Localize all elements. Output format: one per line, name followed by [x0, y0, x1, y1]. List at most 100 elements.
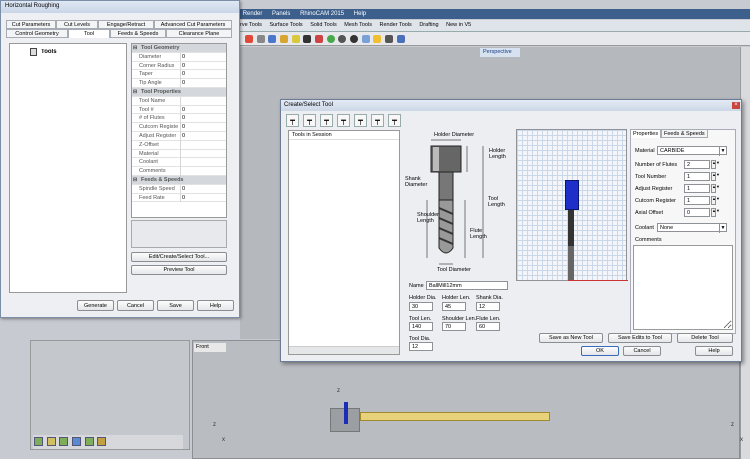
property-row[interactable]: Corner Radius 0 — [132, 61, 226, 71]
tab-engage-retract[interactable]: Engage/Retract — [98, 20, 154, 29]
tools-tree[interactable]: Tools — [9, 43, 127, 293]
tab-cut-levels[interactable]: Cut Levels — [56, 20, 98, 29]
property-input[interactable] — [684, 160, 710, 169]
property-group-header[interactable]: Feeds & Speeds ⊟ — [132, 176, 226, 185]
property-row[interactable]: Material — [132, 149, 226, 159]
property-input[interactable] — [684, 172, 710, 181]
layer-icon[interactable] — [59, 437, 69, 446]
menu-item-rhinocam[interactable]: RhinoCAM 2015 — [300, 11, 344, 17]
tool-icon[interactable] — [315, 35, 324, 43]
spin-stepper-icon[interactable]: ▲▼ — [711, 196, 720, 205]
property-row[interactable]: # of Flutes 0 — [132, 114, 226, 124]
tools-in-session-list[interactable]: Tools in Session — [288, 130, 400, 355]
vee-mill-icon[interactable]: ┯ — [337, 114, 350, 127]
close-icon[interactable]: × — [732, 102, 740, 109]
tool-name-input[interactable] — [426, 281, 508, 290]
tab-drafting[interactable]: Drafting — [419, 22, 438, 28]
lock-icon[interactable] — [303, 35, 312, 43]
property-row[interactable]: Spindle Speed 0 — [132, 184, 226, 194]
property-group-header[interactable]: Tool Geometry ⊟ — [132, 44, 226, 53]
help-button[interactable]: Help — [197, 300, 234, 311]
tab-clearance-plane[interactable]: Clearance Plane — [166, 29, 232, 38]
tool-icon[interactable] — [385, 35, 394, 43]
tool-icon[interactable] — [280, 35, 289, 43]
shank-dia-input[interactable] — [476, 302, 500, 311]
tool-icon[interactable] — [396, 35, 405, 43]
property-row[interactable]: Feed Rate 0 — [132, 193, 226, 203]
tool-icon[interactable] — [245, 35, 253, 43]
spin-stepper-icon[interactable]: ▲▼ — [711, 184, 720, 193]
property-row[interactable]: Adjust Register 0 — [132, 132, 226, 141]
property-row[interactable]: Coolant — [132, 158, 226, 168]
tab-cut-parameters[interactable]: Cut Parameters — [6, 20, 56, 29]
tab-surface-tools[interactable]: Surface Tools — [269, 22, 302, 28]
tool-icon[interactable] — [256, 35, 265, 43]
coolant-select[interactable]: None ▼ — [657, 223, 727, 233]
tool-icon[interactable] — [361, 35, 370, 43]
tool-icon[interactable] — [373, 35, 382, 43]
property-row[interactable]: Tip Angle 0 — [132, 79, 226, 88]
edit-create-select-tool-button[interactable]: Edit/Create/Select Tool... — [131, 252, 227, 262]
taper-mill-icon[interactable]: ┯ — [354, 114, 367, 127]
collapse-icon[interactable]: ⊟ — [133, 177, 137, 183]
tree-root-tools[interactable]: Tools — [41, 49, 57, 55]
tab-new-in-v5[interactable]: New in V5 — [446, 22, 471, 28]
spin-stepper-icon[interactable]: ▲▼ — [711, 208, 720, 217]
cancel-button[interactable]: Cancel — [623, 346, 661, 356]
preview-tool-button[interactable]: Preview Tool — [131, 265, 227, 275]
tab-feeds-speeds[interactable]: Feeds & Speeds — [110, 29, 166, 38]
property-row[interactable]: Taper 0 — [132, 70, 226, 80]
tab-mesh-tools[interactable]: Mesh Tools — [344, 22, 372, 28]
layer-icon[interactable] — [46, 437, 56, 446]
tab-tool[interactable]: Tool — [68, 29, 110, 38]
property-input[interactable] — [684, 208, 710, 217]
horizontal-scrollbar[interactable] — [289, 346, 399, 354]
menu-item-panels[interactable]: Panels — [272, 11, 290, 17]
ball-mill-icon[interactable]: ┯ — [303, 114, 316, 127]
menu-item-help[interactable]: Help — [354, 11, 366, 17]
shoulder-len-input[interactable] — [442, 322, 466, 331]
property-row[interactable]: Tool # 0 — [132, 105, 226, 115]
tab-properties[interactable]: Properties — [630, 129, 662, 138]
delete-tool-button[interactable]: Delete Tool — [677, 333, 733, 343]
property-row[interactable]: Cutcom Registe 0 — [132, 123, 226, 132]
tool-dia-input[interactable] — [409, 342, 433, 351]
tab-render-tools[interactable]: Render Tools — [379, 22, 411, 28]
save-as-new-tool-button[interactable]: Save as New Tool — [539, 333, 603, 343]
save-button[interactable]: Save — [157, 300, 194, 311]
property-row[interactable]: Z-Offset — [132, 140, 226, 150]
material-select[interactable]: CARBIDE ▼ — [657, 146, 727, 156]
property-input[interactable] — [684, 196, 710, 205]
tool-icon[interactable] — [268, 35, 277, 43]
property-group-header[interactable]: Tool Properties ⊟ — [132, 88, 226, 97]
comments-textarea[interactable] — [633, 245, 733, 330]
holder-dia-input[interactable] — [409, 302, 433, 311]
corner-radius-mill-icon[interactable]: ┯ — [320, 114, 333, 127]
sphere-icon[interactable] — [350, 35, 359, 43]
tab-solid-tools[interactable]: Solid Tools — [310, 22, 337, 28]
spin-stepper-icon[interactable]: ▲▼ — [711, 160, 720, 169]
save-edits-to-tool-button[interactable]: Save Edits to Tool — [608, 333, 672, 343]
tab-control-geometry[interactable]: Control Geometry — [6, 29, 68, 38]
layer-icon[interactable] — [72, 437, 82, 446]
property-row[interactable]: Diameter 0 — [132, 52, 226, 62]
collapse-icon[interactable]: ⊟ — [133, 45, 137, 51]
tool-preview-viewport[interactable] — [516, 129, 628, 281]
tap-icon[interactable]: ┯ — [388, 114, 401, 127]
help-button[interactable]: Help — [695, 346, 733, 356]
layer-icon[interactable] — [34, 437, 43, 446]
tab-feeds-speeds[interactable]: Feeds & Speeds — [661, 129, 708, 138]
flat-mill-icon[interactable]: ┯ — [286, 114, 299, 127]
collapse-icon[interactable]: ⊟ — [133, 89, 137, 95]
drill-icon[interactable]: ┯ — [371, 114, 384, 127]
holder-len-input[interactable] — [442, 302, 466, 311]
spin-stepper-icon[interactable]: ▲▼ — [711, 172, 720, 181]
tool-len-input[interactable] — [409, 322, 433, 331]
property-row[interactable]: Tool Name — [132, 96, 226, 106]
layer-icon[interactable] — [84, 437, 94, 446]
sphere-icon[interactable] — [326, 35, 335, 43]
menu-item-render[interactable]: Render — [243, 11, 263, 17]
layer-icon[interactable] — [97, 437, 107, 446]
property-row[interactable]: Comments — [132, 167, 226, 176]
sphere-icon[interactable] — [338, 35, 347, 43]
